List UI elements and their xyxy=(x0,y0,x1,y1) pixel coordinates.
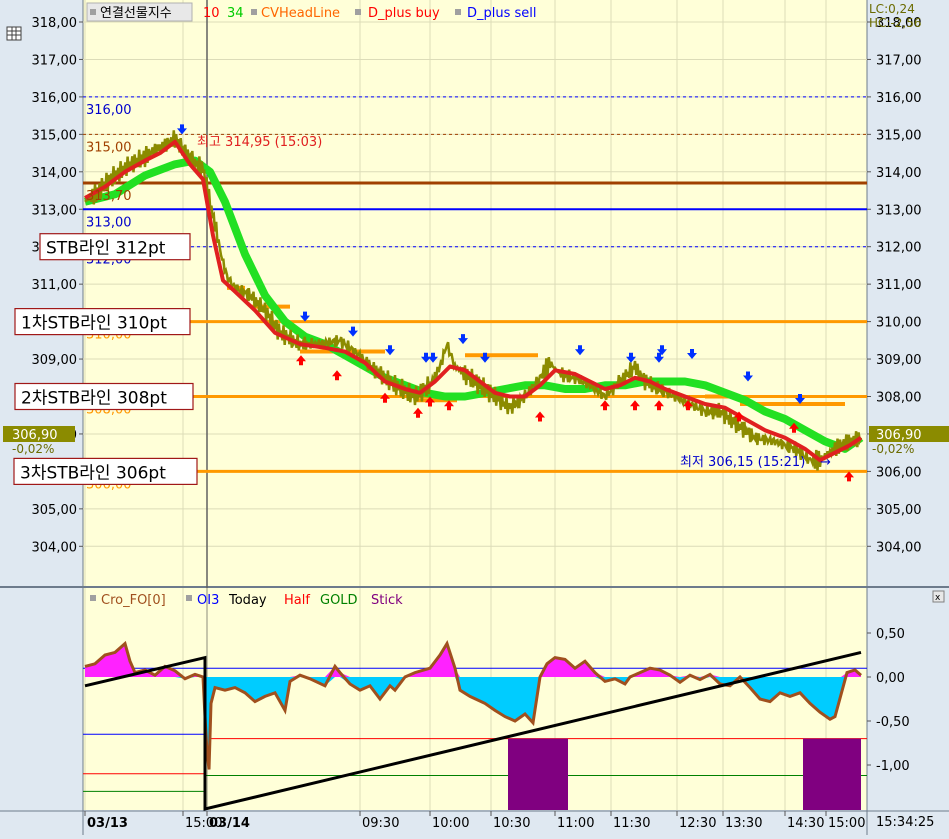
legend-ma10: 10 xyxy=(203,6,220,21)
legend-dplus-buy: D_plus buy xyxy=(368,6,440,21)
reference-line-label: 313,00 xyxy=(86,215,132,230)
osc-right-tick-label: -0,50 xyxy=(876,715,910,730)
current-change-left: -0,02% xyxy=(12,442,54,456)
y-tick-label: 309,00 xyxy=(876,353,922,368)
high-annotation: 최고 314,95 (15:03) xyxy=(197,135,322,150)
y-tick-label: 311,00 xyxy=(876,278,922,293)
x-tick-label: 03/14 xyxy=(209,816,250,831)
legend-title: 연결선물지수 xyxy=(100,6,172,21)
legend-marker xyxy=(251,9,257,15)
y-tick-label: 304,00 xyxy=(876,540,922,555)
x-tick-label: 10:30 xyxy=(493,816,530,831)
stb-label: 3차STB라인 306pt xyxy=(20,463,166,483)
collapse-pane-icon[interactable]: x xyxy=(932,590,945,603)
y-tick-label: 316,00 xyxy=(876,91,922,106)
y-tick-label: 314,00 xyxy=(32,166,78,181)
stick-block xyxy=(803,738,861,810)
y-tick-label: 317,00 xyxy=(876,53,922,68)
y-tick-label: 315,00 xyxy=(32,128,78,143)
x-tick-label: 14:30 xyxy=(787,816,824,831)
current-price-right: 306,90 xyxy=(876,428,922,443)
legend-marker xyxy=(455,9,461,15)
y-tick-label: 308,00 xyxy=(876,391,922,406)
stb-label: 2차STB라인 308pt xyxy=(21,389,167,409)
osc-right-tick-label: 0,50 xyxy=(876,627,905,642)
osc-legend: Cro_FO[0] OI3 Today Half GOLD Stick xyxy=(90,593,403,608)
stb-label: 1차STB라인 310pt xyxy=(21,314,167,334)
legend-marker xyxy=(186,595,192,601)
chart-window: 316,00 315,00 313,70 313,00 312,00 310,00 308,… xyxy=(0,0,949,835)
stb-label: STB라인 312pt xyxy=(46,239,166,259)
y-tick-label: 313,00 xyxy=(876,203,922,218)
y-tick-label: 314,00 xyxy=(876,166,922,181)
legend-marker xyxy=(355,9,361,15)
y-tick-label: 316,00 xyxy=(32,91,78,106)
legend-oi3: OI3 xyxy=(197,593,219,608)
low-arrow-icon: → xyxy=(820,455,831,470)
y-tick-label: 317,00 xyxy=(32,53,78,68)
current-change-right: -0,02% xyxy=(872,442,914,456)
x-tick-label: 11:30 xyxy=(613,816,650,831)
current-price-left: 306,90 xyxy=(12,428,58,443)
osc-right-tick-label: -1,00 xyxy=(876,759,910,774)
y-tick-label: 305,00 xyxy=(876,503,922,518)
legend-marker xyxy=(90,9,96,15)
y-tick-label: 310,00 xyxy=(876,316,922,331)
y-tick-label: 309,00 xyxy=(32,353,78,368)
x-tick-label: 11:00 xyxy=(557,816,594,831)
osc-right-tick-label: 0,00 xyxy=(876,671,905,686)
price-plot-area[interactable] xyxy=(83,0,867,586)
legend-gold: GOLD xyxy=(320,593,358,608)
x-tick-label: 10:00 xyxy=(432,816,469,831)
legend-marker xyxy=(90,595,96,601)
hc-readout: HC:-2,56 xyxy=(869,16,922,30)
y-tick-label: 312,00 xyxy=(876,241,922,256)
legend-today: Today xyxy=(228,593,267,608)
time-readout: 15:34:25 xyxy=(876,815,934,830)
x-tick-label: 09:30 xyxy=(362,816,399,831)
y-tick-label: 318,00 xyxy=(32,16,78,31)
stick-block xyxy=(508,738,568,810)
x-tick-label: 13:30 xyxy=(725,816,762,831)
reference-line-label: 313,70 xyxy=(86,189,132,204)
chart-svg: 316,00 315,00 313,70 313,00 312,00 310,00 308,… xyxy=(0,0,949,835)
reference-line-label: 315,00 xyxy=(86,140,132,155)
legend-cro-fo: Cro_FO[0] xyxy=(101,593,166,608)
x-tick-label: 12:30 xyxy=(679,816,716,831)
y-tick-label: 313,00 xyxy=(32,203,78,218)
y-tick-label: 311,00 xyxy=(32,278,78,293)
legend-half: Half xyxy=(284,593,310,608)
legend-dplus-sell: D_plus sell xyxy=(467,6,537,21)
lc-readout: LC:0,24 xyxy=(869,2,915,16)
x-tick-label: 15:00 xyxy=(828,816,865,831)
price-right-axis: 318,00317,00316,00315,00314,00313,00312,… xyxy=(867,16,922,555)
y-tick-label: 306,00 xyxy=(876,465,922,480)
x-tick-label: 03/13 xyxy=(87,816,128,831)
legend-ma34: 34 xyxy=(227,6,244,21)
y-tick-label: 305,00 xyxy=(32,503,78,518)
reference-line-label: 316,00 xyxy=(86,103,132,118)
y-tick-label: 304,00 xyxy=(32,540,78,555)
legend-cvheadline: CVHeadLine xyxy=(261,6,340,21)
price-legend: 연결선물지수 10 34 CVHeadLine D_plus buy D_plu… xyxy=(86,2,537,22)
table-grid-icon[interactable] xyxy=(6,26,22,41)
svg-text:x: x xyxy=(935,593,941,603)
legend-stick: Stick xyxy=(371,593,403,608)
y-tick-label: 315,00 xyxy=(876,128,922,143)
low-annotation: 최저 306,15 (15:21) xyxy=(680,455,805,470)
